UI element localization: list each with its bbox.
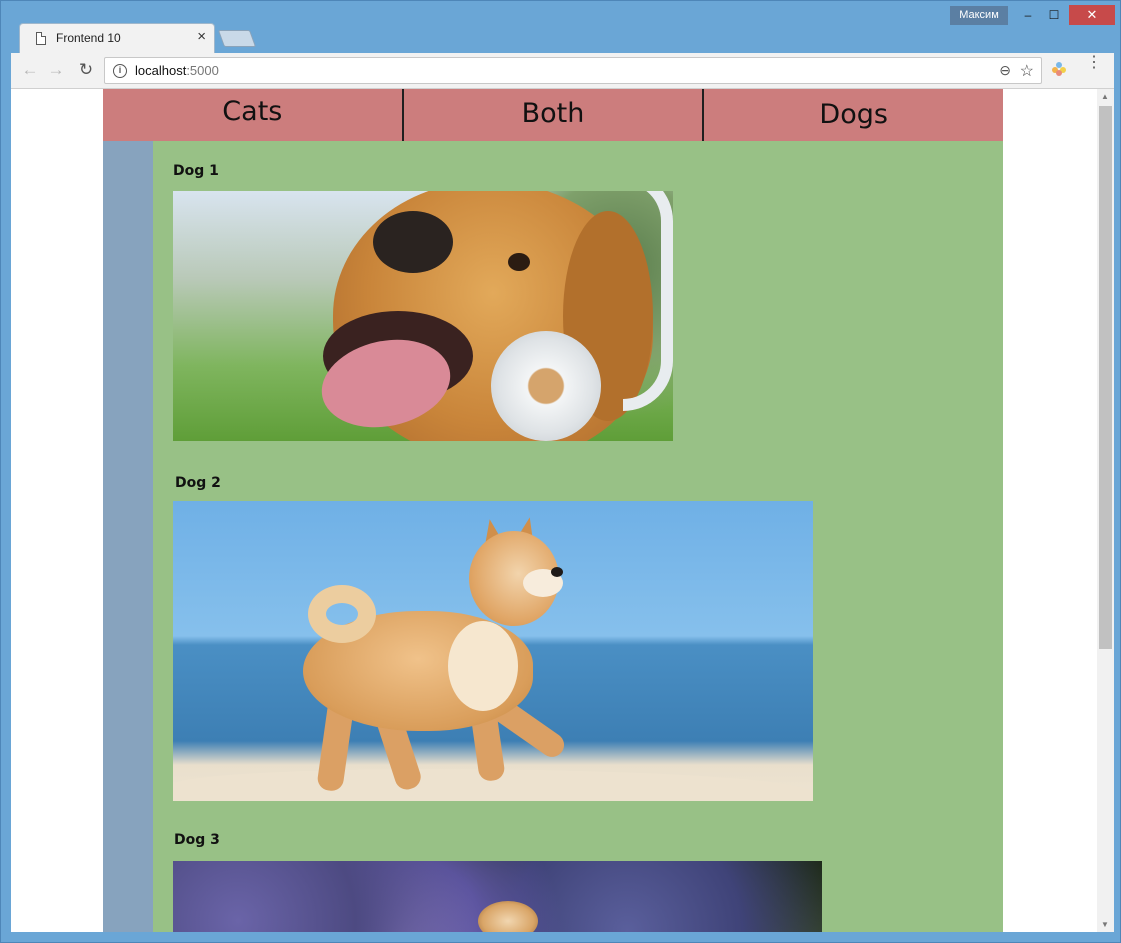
scrollbar-thumb[interactable] (1099, 106, 1112, 649)
site-info-icon[interactable]: i (113, 64, 127, 78)
tab-close-icon[interactable]: × (197, 28, 206, 45)
user-profile-badge[interactable]: Максим (950, 6, 1008, 25)
address-bar[interactable]: i localhost:5000 ⊖ ☆ (104, 57, 1042, 84)
nav-both[interactable]: Both (401, 89, 703, 141)
nav-cats[interactable]: Cats (103, 89, 402, 141)
bookmark-star-icon[interactable]: ☆ (1020, 61, 1034, 81)
maximize-button[interactable]: ☐ (1041, 5, 1067, 25)
tab-title: Frontend 10 (56, 31, 121, 45)
close-window-button[interactable]: ✕ (1069, 5, 1115, 25)
vertical-scrollbar[interactable]: ▲ ▼ (1097, 89, 1114, 932)
page-viewport: Cats Both Dogs Dog 1 Dog 2 Dog 3 ▲ ▼ (11, 89, 1114, 932)
title-bar: Frontend 10 × Максим – ☐ ✕ (1, 1, 1121, 53)
dog-2-image (173, 501, 813, 801)
url-host: localhost (135, 63, 187, 78)
forward-arrow-icon[interactable]: → (45, 60, 67, 80)
browser-window: Frontend 10 × Максим – ☐ ✕ ← → ↻ i local… (0, 0, 1121, 943)
new-tab-button[interactable] (217, 30, 257, 47)
scroll-up-icon[interactable]: ▲ (1101, 92, 1109, 101)
url-port: :5000 (186, 63, 219, 78)
nav-dogs[interactable]: Dogs (702, 89, 1003, 141)
minimize-button[interactable]: – (1015, 5, 1041, 25)
card-title-dog-1: Dog 1 (173, 163, 219, 179)
extension-paw-icon[interactable] (1052, 62, 1066, 76)
reload-icon[interactable]: ↻ (75, 60, 97, 80)
back-arrow-icon[interactable]: ← (19, 60, 41, 80)
menu-dots-icon[interactable]: ⋮ (1086, 55, 1102, 71)
card-title-dog-3: Dog 3 (174, 832, 220, 848)
dog-3-image (173, 861, 822, 932)
card-title-dog-2: Dog 2 (175, 475, 221, 491)
url-text[interactable]: localhost:5000 (135, 63, 219, 78)
dog-1-image (173, 191, 673, 441)
left-sidebar-strip (103, 141, 153, 932)
zoom-icon[interactable]: ⊖ (999, 62, 1011, 79)
browser-tab[interactable]: Frontend 10 × (19, 23, 215, 53)
page-content: Cats Both Dogs Dog 1 Dog 2 Dog 3 (103, 89, 1003, 932)
document-icon (36, 32, 46, 45)
browser-toolbar: ← → ↻ i localhost:5000 ⊖ ☆ ⋮ (11, 53, 1114, 89)
scroll-down-icon[interactable]: ▼ (1101, 920, 1109, 929)
category-nav: Cats Both Dogs (103, 89, 1003, 141)
